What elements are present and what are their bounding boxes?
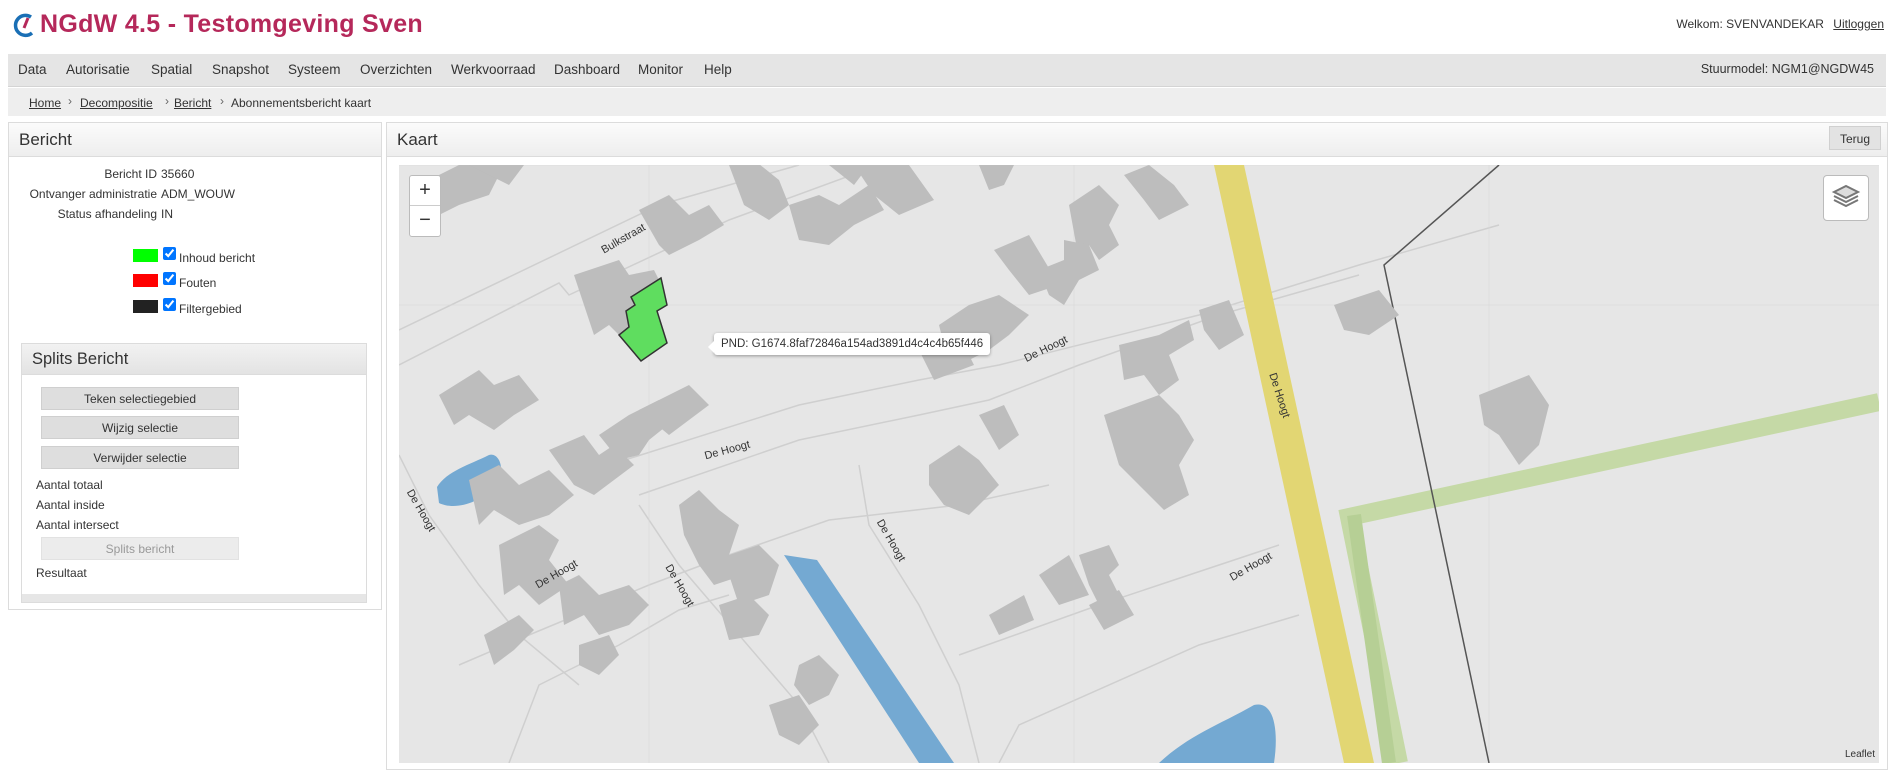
menu-item-data[interactable]: Data [18,62,47,77]
building [484,615,534,665]
info-value: IN [161,207,173,221]
layers-button[interactable] [1823,175,1869,221]
teken-selectiegebied-button[interactable]: Teken selectiegebied [41,387,239,410]
splits-bericht-panel: Splits Bericht Teken selectiegebied Wijz… [21,343,367,603]
water-pond-east [1159,704,1276,763]
building [979,165,1014,190]
map-canvas[interactable]: Bulkstraat De Hoogt De Hoogt De Hoogt De… [399,165,1879,763]
zoom-out-button[interactable]: − [410,206,440,235]
breadcrumb-current: Abonnementsbericht kaart [231,96,372,110]
main-menu: Data Autorisatie Spatial Snapshot Systee… [8,54,1886,87]
building [1334,290,1399,335]
bericht-panel-title: Bericht [19,130,72,149]
building [794,655,839,705]
legend-checkbox-filtergebied[interactable] [163,298,176,311]
building [559,575,649,635]
breadcrumb-decompositie[interactable]: Decompositie [80,96,153,110]
building-tooltip: PND: G1674.8faf72846a154ad3891d4c4c4b65f… [707,333,991,355]
aantal-intersect-label: Aantal intersect [36,518,119,532]
kaart-panel-header: Kaart Terug [387,123,1887,157]
info-label: Status afhandeling [57,207,157,221]
legend-swatch-red [133,274,158,287]
legend-label: Inhoud bericht [179,251,256,265]
layers-icon [1831,184,1861,208]
building [989,595,1034,635]
building [1199,300,1244,350]
breadcrumb-home[interactable]: Home [29,96,61,110]
app-title: NGdW 4.5 - Testomgeving Sven [40,10,423,38]
menu-item-help[interactable]: Help [704,62,732,77]
ngdw-logo-icon [13,13,34,38]
info-value: 35660 [161,167,195,181]
menu-item-spatial[interactable]: Spatial [151,62,192,77]
info-value: ADM_WOUW [161,187,235,201]
splits-panel-title: Splits Bericht [32,350,129,368]
building [1119,320,1194,395]
menu-item-monitor[interactable]: Monitor [638,62,683,77]
splits-panel-header: Splits Bericht [22,344,366,375]
bericht-panel: Bericht Bericht ID 35660 Ontvanger admin… [8,122,382,610]
logout-link[interactable]: Uitloggen [1833,17,1884,31]
building [1124,165,1189,220]
street-label-de-hoogt: De Hoogt [404,488,438,534]
app-header: NGdW 4.5 - Testomgeving Sven Welkom: SVE… [0,0,1898,52]
menu-item-snapshot[interactable]: Snapshot [212,62,269,77]
kaart-panel: Kaart Terug Bulkstraat De Hoogt De Hoogt… [386,122,1888,770]
building [439,370,539,430]
aantal-totaal-label: Aantal totaal [36,478,103,492]
cycle-path [1338,393,1879,763]
menu-item-systeem[interactable]: Systeem [288,62,341,77]
breadcrumb-bericht[interactable]: Bericht [174,96,211,110]
building [719,595,769,640]
welcome-text: Welkom: SVENVANDEKAR [1676,17,1824,31]
menu-item-overzichten[interactable]: Overzichten [360,62,432,77]
street-label-bulkstraat: Bulkstraat [599,222,647,257]
building [639,195,724,255]
stuurmodel-label: Stuurmodel: NGM1@NGDW45 [1700,62,1874,76]
map-attribution[interactable]: Leaflet [1845,749,1875,760]
legend-label: Filtergebied [179,302,242,316]
terug-button[interactable]: Terug [1829,126,1881,150]
verwijder-selectie-button[interactable]: Verwijder selectie [41,446,239,469]
breadcrumb-separator-icon: › [68,94,72,108]
breadcrumb: Home › Decompositie › Bericht › Abonneme… [8,88,1886,116]
splits-panel-footer [22,594,366,602]
main-road [1214,165,1374,763]
wijzig-selectie-button[interactable]: Wijzig selectie [41,416,239,439]
building [789,185,884,245]
street-label-de-hoogt: De Hoogt [1228,550,1274,584]
building [1039,240,1099,305]
breadcrumb-separator-icon: › [165,94,169,108]
legend-label: Fouten [179,276,217,290]
aantal-inside-label: Aantal inside [36,498,105,512]
welcome-area: Welkom: SVENVANDEKAR Uitloggen [1676,17,1884,31]
building [469,465,574,525]
map-view[interactable]: Bulkstraat De Hoogt De Hoogt De Hoogt De… [399,165,1879,763]
zoom-in-button[interactable]: + [410,176,440,206]
menu-item-dashboard[interactable]: Dashboard [554,62,620,77]
breadcrumb-separator-icon: › [220,94,224,108]
legend-swatch-black [133,300,158,313]
legend-swatch-green [133,249,158,262]
legend-checkbox-inhoud[interactable] [163,247,176,260]
resultaat-label: Resultaat [36,566,87,580]
building [729,545,779,605]
zoom-control: + − [409,175,441,237]
building [1104,395,1194,510]
menu-item-autorisatie[interactable]: Autorisatie [66,62,130,77]
building [499,525,569,605]
legend-checkbox-fouten[interactable] [163,272,176,285]
building [729,165,789,220]
info-label: Ontvanger administratie [29,187,157,201]
boundary-line [1383,165,1500,763]
building [979,405,1019,450]
building [929,445,999,515]
building [579,635,619,675]
kaart-panel-title: Kaart [397,130,438,149]
bericht-panel-header: Bericht [9,123,381,157]
menu-item-werkvoorraad[interactable]: Werkvoorraad [451,62,536,77]
info-label: Bericht ID [104,167,157,181]
splits-bericht-button[interactable]: Splits bericht [41,537,239,560]
